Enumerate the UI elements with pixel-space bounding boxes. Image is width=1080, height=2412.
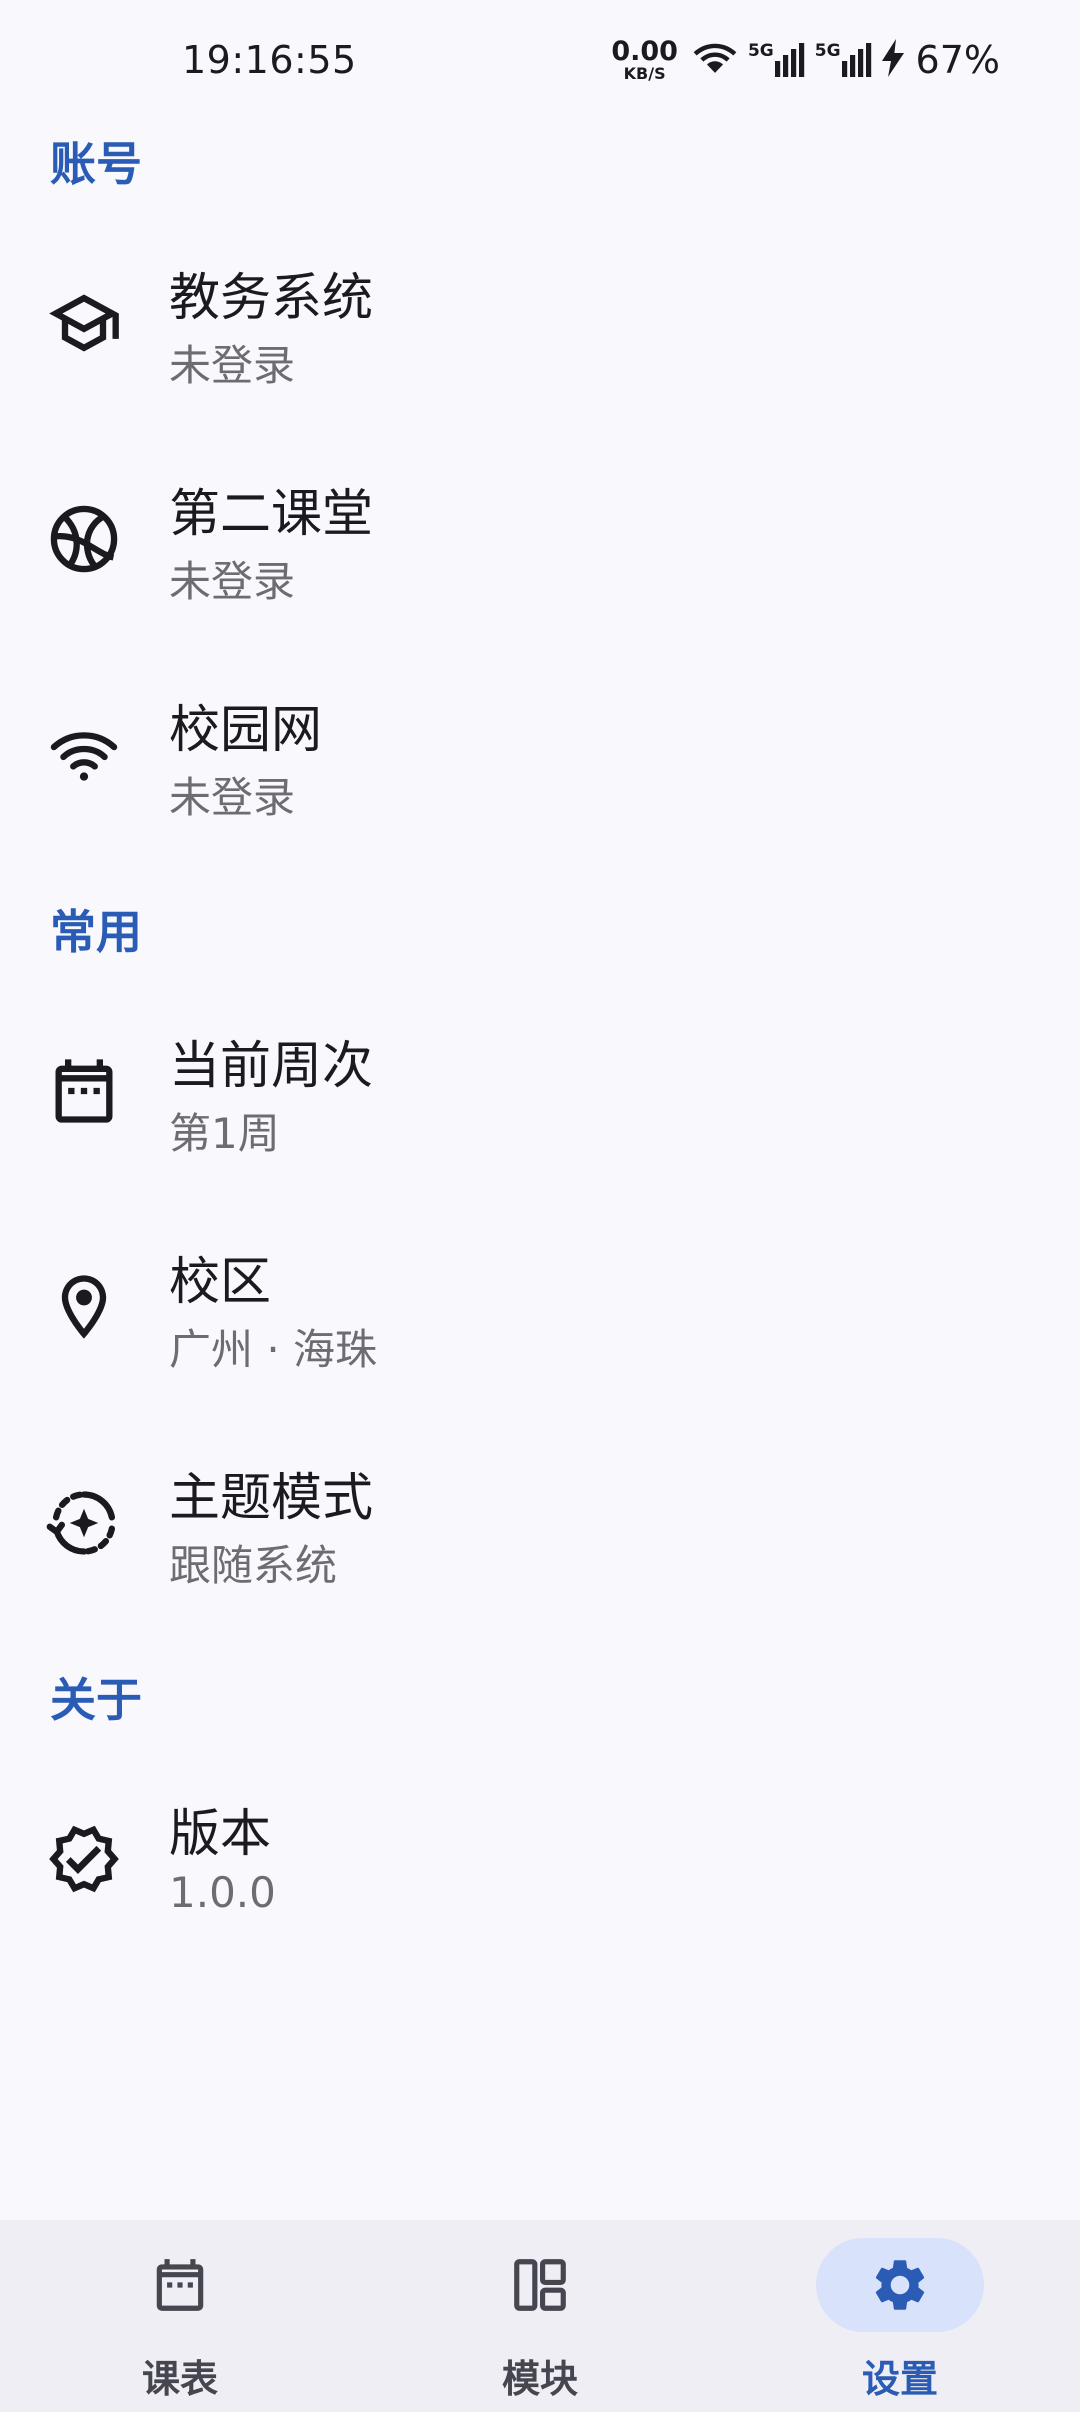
settings-screen: 19:16:55 0.00 KB/S 5G 5G 67% 账号 教务系统 未登录… bbox=[0, 0, 1080, 2412]
nav-pill bbox=[96, 2238, 264, 2332]
nav-label: 课表 bbox=[141, 2357, 218, 2401]
setting-item-academic-system[interactable]: 教务系统 未登录 bbox=[0, 228, 1080, 418]
signal-label: 5G bbox=[747, 41, 774, 61]
setting-item-campus[interactable]: 校区 广州 · 海珠 bbox=[0, 1212, 1080, 1402]
setting-item-version[interactable]: 版本 1.0.0 bbox=[0, 1764, 1080, 1954]
modules-icon bbox=[509, 2254, 571, 2316]
setting-item-title: 主题模式 bbox=[169, 1469, 374, 1528]
bottom-navigation: 课表 模块 设置 bbox=[0, 2220, 1080, 2412]
setting-item-subtitle: 未登录 bbox=[169, 773, 296, 822]
nav-pill-active bbox=[816, 2238, 984, 2332]
signal-5g-icon: 5G bbox=[747, 41, 805, 77]
charging-bolt-icon bbox=[881, 39, 904, 81]
setting-item-title: 版本 bbox=[169, 1805, 272, 1864]
setting-item-title: 校园网 bbox=[169, 701, 323, 760]
setting-item-title: 第二课堂 bbox=[169, 485, 374, 544]
setting-item-current-week[interactable]: 当前周次 第1周 bbox=[0, 996, 1080, 1186]
signal-label: 5G bbox=[814, 41, 841, 61]
setting-item-subtitle: 跟随系统 bbox=[169, 1541, 338, 1590]
setting-item-subtitle: 未登录 bbox=[169, 341, 296, 390]
section-header-common: 常用 bbox=[50, 905, 142, 959]
nav-item-timetable[interactable]: 课表 bbox=[0, 2220, 360, 2412]
network-speed-unit: KB/S bbox=[623, 64, 666, 83]
nav-label: 设置 bbox=[861, 2357, 938, 2401]
setting-item-campus-network[interactable]: 校园网 未登录 bbox=[0, 660, 1080, 850]
signal-5g-icon: 5G bbox=[814, 41, 872, 77]
setting-item-subtitle: 未登录 bbox=[169, 557, 296, 606]
nav-item-modules[interactable]: 模块 bbox=[360, 2220, 720, 2412]
theme-auto-icon bbox=[46, 1485, 122, 1561]
basketball-icon bbox=[46, 501, 122, 577]
setting-item-title: 当前周次 bbox=[169, 1037, 374, 1096]
location-pin-icon bbox=[46, 1269, 122, 1345]
setting-item-subtitle: 广州 · 海珠 bbox=[169, 1325, 378, 1374]
nav-pill bbox=[456, 2238, 624, 2332]
network-speed: 0.00 KB/S bbox=[611, 38, 678, 82]
setting-item-title: 教务系统 bbox=[169, 269, 374, 328]
nav-label: 模块 bbox=[501, 2357, 578, 2401]
wifi-status-icon bbox=[692, 38, 738, 82]
wifi-icon bbox=[46, 717, 122, 793]
network-speed-value: 0.00 bbox=[611, 36, 678, 67]
setting-item-title: 校区 bbox=[169, 1253, 272, 1312]
graduation-cap-icon bbox=[46, 285, 122, 361]
section-header-about: 关于 bbox=[50, 1673, 142, 1727]
calendar-icon bbox=[46, 1053, 122, 1129]
setting-item-second-classroom[interactable]: 第二课堂 未登录 bbox=[0, 444, 1080, 634]
nav-item-settings[interactable]: 设置 bbox=[720, 2220, 1080, 2412]
status-bar: 19:16:55 0.00 KB/S 5G 5G 67% bbox=[0, 0, 1080, 124]
status-time: 19:16:55 bbox=[182, 38, 357, 82]
battery-percent: 67% bbox=[915, 38, 1000, 82]
gear-icon bbox=[869, 2254, 931, 2316]
setting-item-theme-mode[interactable]: 主题模式 跟随系统 bbox=[0, 1428, 1080, 1618]
status-indicators: 0.00 KB/S 5G 5G 67% bbox=[611, 36, 1000, 84]
section-header-account: 账号 bbox=[50, 137, 142, 191]
setting-item-subtitle: 1.0.0 bbox=[169, 1868, 276, 1917]
verified-badge-icon bbox=[46, 1821, 122, 1897]
calendar-icon bbox=[149, 2254, 211, 2316]
setting-item-subtitle: 第1周 bbox=[169, 1109, 280, 1158]
